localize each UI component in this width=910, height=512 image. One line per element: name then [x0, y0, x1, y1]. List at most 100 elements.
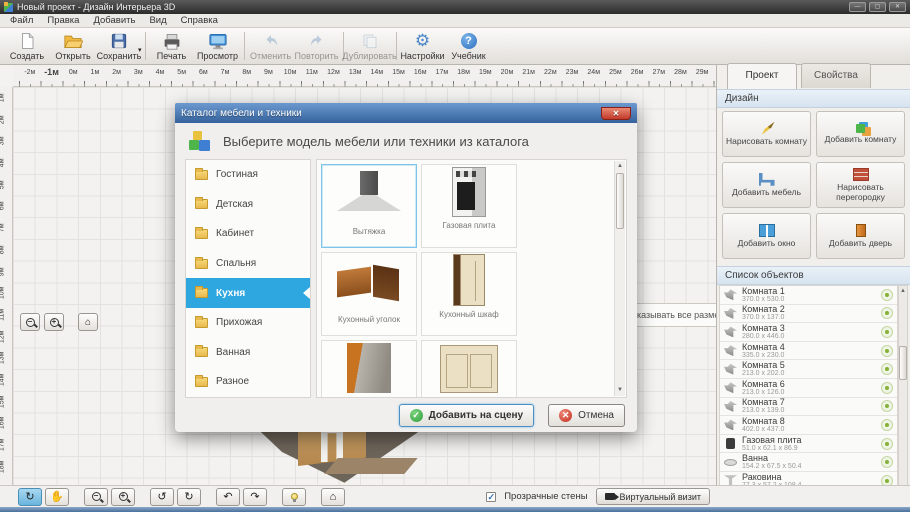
panel-tabs: Проект Свойства	[717, 63, 910, 89]
catalog-item[interactable]: Стол кухонный с двумя я...	[421, 340, 517, 397]
right-panel: Проект Свойства Дизайн Нарисовать комнат…	[716, 65, 910, 507]
scroll-down-icon[interactable]: ▼	[615, 385, 625, 396]
visibility-eye-icon[interactable]	[881, 326, 893, 338]
category-item[interactable]: Ванная	[186, 338, 310, 368]
close-icon[interactable]: ✕	[889, 2, 906, 12]
menu-item[interactable]: Добавить	[87, 14, 141, 27]
object-type-icon	[724, 382, 737, 393]
category-item[interactable]: Прихожая	[186, 308, 310, 338]
catalog-item[interactable]: Газовая плита	[421, 164, 517, 248]
duplicate-icon	[361, 32, 379, 50]
preview-button[interactable]: Просмотр	[195, 29, 241, 63]
visibility-eye-icon[interactable]	[881, 438, 893, 450]
catalog-item[interactable]: Полка угловая	[321, 340, 417, 397]
menu-item[interactable]: Файл	[4, 14, 39, 27]
visibility-eye-icon[interactable]	[881, 456, 893, 468]
minimize-icon[interactable]: —	[849, 2, 866, 12]
scrollbar-thumb[interactable]	[616, 173, 624, 229]
object-list-item[interactable]: Ванна 154.2 x 67.5 x 50.4	[720, 453, 897, 472]
scrollbar-thumb[interactable]	[899, 346, 907, 380]
zoom-out-button[interactable]: −	[20, 313, 40, 331]
category-item[interactable]: Гостиная	[186, 160, 310, 190]
tab-project[interactable]: Проект	[727, 63, 797, 89]
object-list-item[interactable]: Комната 8 402.0 x 437.0	[720, 416, 897, 435]
zoom-in-button[interactable]: +	[44, 313, 64, 331]
object-list-item[interactable]: Комната 6 213.0 x 126.0	[720, 379, 897, 398]
orbit-left-button[interactable]: ↶	[216, 488, 240, 506]
orbit-right-button[interactable]: ↷	[243, 488, 267, 506]
object-name: Комната 4	[742, 342, 876, 352]
catalog-item[interactable]: Вытяжка	[321, 164, 417, 248]
draw-partition-button[interactable]: Нарисовать перегородку	[816, 162, 905, 208]
scroll-up-icon[interactable]: ▲	[899, 286, 907, 296]
transparent-walls-checkbox[interactable]: ✓	[486, 492, 496, 502]
pan-tool-button[interactable]: ✋	[45, 488, 69, 506]
dialog-header: Выберите модель мебели или техники из ка…	[175, 123, 637, 159]
object-list-item[interactable]: Комната 1 370.0 x 530.0	[720, 286, 897, 305]
open-button[interactable]: Открыть	[50, 29, 96, 63]
visibility-eye-icon[interactable]	[881, 419, 893, 431]
draw-room-button[interactable]: Нарисовать комнату	[722, 111, 811, 157]
maximize-icon[interactable]: ▢	[869, 2, 886, 12]
category-item[interactable]: Разное	[186, 367, 310, 397]
rotate-down-button[interactable]: ↻	[177, 488, 201, 506]
save-dropdown-icon[interactable]: ▾	[138, 46, 142, 54]
rotate-up-button[interactable]: ↺	[150, 488, 174, 506]
dialog-close-icon[interactable]: ✕	[601, 107, 631, 120]
orbit-tool-button[interactable]: ↻	[18, 488, 42, 506]
catalog-scrollbar[interactable]: ▲ ▼	[614, 161, 625, 396]
tab-properties[interactable]: Свойства	[801, 63, 871, 88]
3d-room-preview[interactable]	[243, 428, 438, 485]
zoom-in-button[interactable]: +	[111, 488, 135, 506]
object-size: 213.0 x 202.0	[742, 370, 876, 378]
object-list-item[interactable]: Комната 5 213.0 x 202.0	[720, 360, 897, 379]
visibility-eye-icon[interactable]	[881, 382, 893, 394]
object-type-icon	[726, 438, 735, 449]
visibility-eye-icon[interactable]	[881, 363, 893, 375]
object-size: 280.0 x 446.0	[742, 333, 876, 341]
zoom-out-button[interactable]: −	[84, 488, 108, 506]
catalog-item[interactable]: Кухонный уголок	[321, 252, 417, 336]
dialog-title-bar[interactable]: Каталог мебели и техники ✕	[175, 103, 637, 123]
cancel-button[interactable]: ✕ Отмена	[548, 404, 625, 427]
menu-item[interactable]: Справка	[175, 14, 224, 27]
object-list-item[interactable]: Газовая плита 51.0 x 62.1 x 86.9	[720, 435, 897, 454]
catalog-dialog: Каталог мебели и техники ✕ Выберите моде…	[175, 103, 637, 432]
print-button[interactable]: Печать	[149, 29, 195, 63]
visibility-eye-icon[interactable]	[881, 400, 893, 412]
home-view-button[interactable]: ⌂	[321, 488, 345, 506]
category-item[interactable]: Детская	[186, 190, 310, 220]
objects-scrollbar[interactable]: ▲ ▼	[898, 285, 908, 505]
add-room-button[interactable]: Добавить комнату	[816, 111, 905, 157]
tutorial-button[interactable]: ? Учебник	[446, 29, 492, 63]
object-list-item[interactable]: Комната 3 280.0 x 446.0	[720, 323, 897, 342]
home-view-button[interactable]: ⌂	[78, 313, 98, 331]
settings-button[interactable]: ⚙ Настройки	[400, 29, 446, 63]
show-all-sizes-label[interactable]: казывать все размеры	[636, 303, 716, 327]
object-type-icon	[724, 419, 737, 430]
add-window-button[interactable]: Добавить окно	[722, 213, 811, 259]
visibility-eye-icon[interactable]	[881, 289, 893, 301]
save-button[interactable]: Сохранить	[96, 29, 142, 63]
add-furniture-button[interactable]: Добавить мебель	[722, 162, 811, 208]
light-button[interactable]	[282, 488, 306, 506]
scroll-up-icon[interactable]: ▲	[615, 161, 625, 172]
add-door-button[interactable]: Добавить дверь	[816, 213, 905, 259]
new-button[interactable]: Создать	[4, 29, 50, 63]
add-to-scene-button[interactable]: ✓ Добавить на сцену	[399, 404, 534, 427]
zoom-out-icon: −	[26, 318, 35, 327]
virtual-visit-button[interactable]: Виртуальный визит	[596, 488, 710, 505]
category-item[interactable]: Кабинет	[186, 219, 310, 249]
item-label: Кухонный шкаф	[422, 310, 516, 319]
visibility-eye-icon[interactable]	[881, 307, 893, 319]
menu-item[interactable]: Правка	[41, 14, 85, 27]
category-label: Гостиная	[216, 169, 258, 180]
visibility-eye-icon[interactable]	[881, 345, 893, 357]
object-list-item[interactable]: Комната 7 213.0 x 139.0	[720, 398, 897, 417]
category-item[interactable]: Спальня	[186, 249, 310, 279]
category-item[interactable]: Кухня	[186, 278, 310, 308]
object-list-item[interactable]: Комната 4 335.0 x 230.0	[720, 342, 897, 361]
object-list-item[interactable]: Комната 2 370.0 x 137.0	[720, 305, 897, 324]
menu-item[interactable]: Вид	[143, 14, 172, 27]
catalog-item[interactable]: Кухонный шкаф	[421, 252, 517, 336]
